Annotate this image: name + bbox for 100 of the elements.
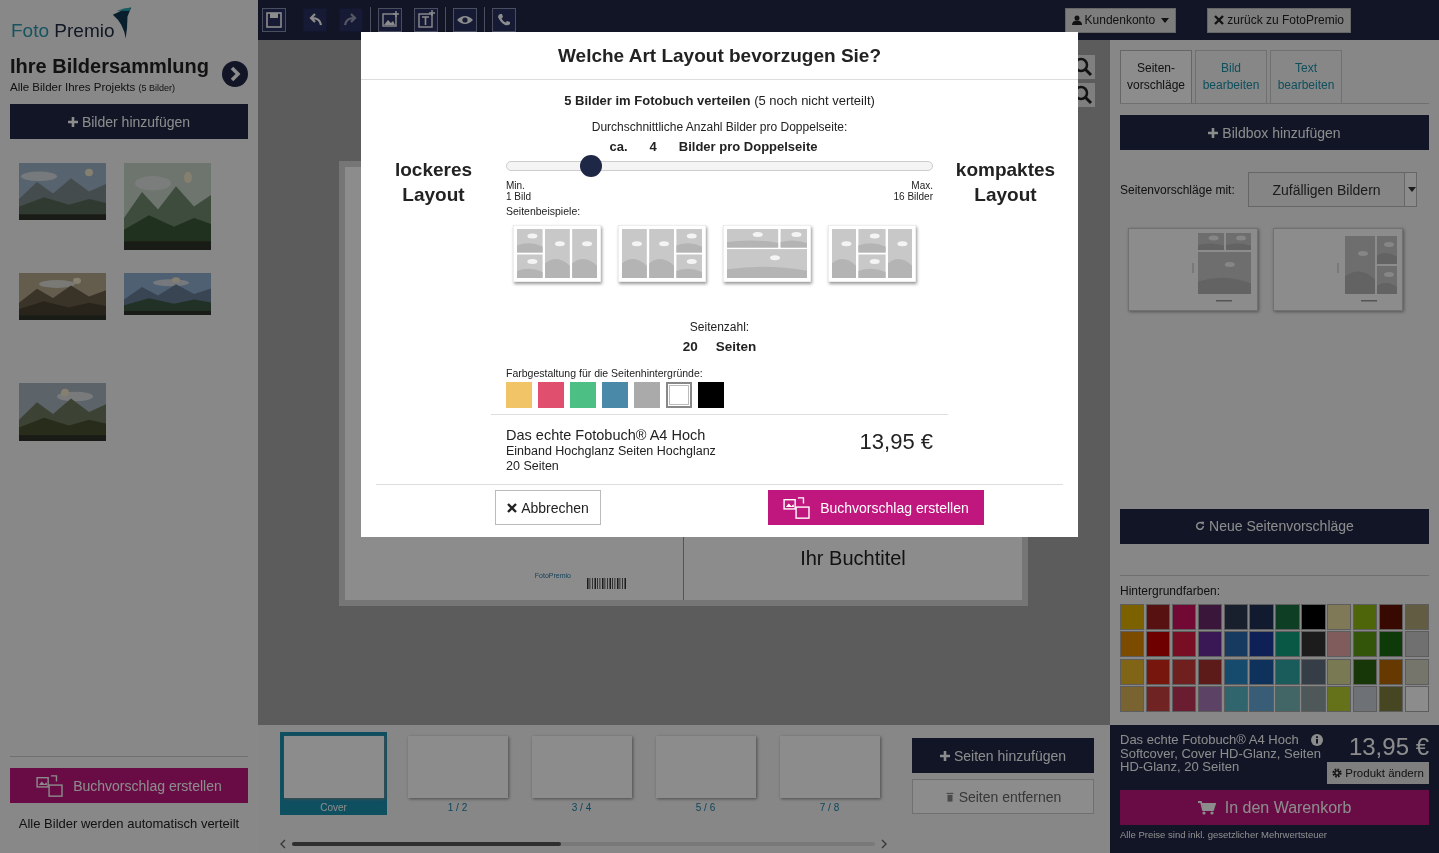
max-label: Max. xyxy=(911,180,933,191)
color-swatch[interactable] xyxy=(1404,631,1429,657)
collection-title: Ihre Bildersammlung xyxy=(10,55,209,78)
add-images-button[interactable]: Bilder hinzufügen xyxy=(10,104,248,139)
page-suggestion-drawing[interactable] xyxy=(1128,228,1258,311)
color-swatch[interactable] xyxy=(1378,686,1404,712)
color-swatch[interactable] xyxy=(1378,603,1404,630)
color-swatch[interactable] xyxy=(1120,631,1145,657)
color-swatch[interactable] xyxy=(1249,631,1274,657)
color-swatch[interactable] xyxy=(1120,658,1145,685)
page-suggestion-drawing[interactable] xyxy=(1273,228,1403,311)
caret-icon xyxy=(1161,17,1170,23)
color-swatch[interactable] xyxy=(1301,686,1326,712)
color-swatch[interactable] xyxy=(1378,631,1404,657)
color-swatch[interactable] xyxy=(602,382,628,408)
color-swatch[interactable] xyxy=(1223,686,1248,712)
approx-label: ca. xyxy=(609,139,628,154)
save-icon[interactable] xyxy=(262,8,286,32)
preview-eye-icon[interactable] xyxy=(453,8,477,32)
slider-thumb[interactable] xyxy=(580,155,603,177)
color-swatch[interactable] xyxy=(1327,658,1352,685)
color-swatch[interactable] xyxy=(1145,658,1171,685)
average-label: Durchschnittliche Anzahl Bilder pro Doppelseite: xyxy=(590,120,849,134)
color-swatch[interactable] xyxy=(1145,631,1171,657)
color-swatch[interactable] xyxy=(538,382,564,408)
cart-icon xyxy=(1197,800,1216,815)
add-text-icon[interactable] xyxy=(414,8,438,32)
color-swatch[interactable] xyxy=(1249,603,1274,630)
add-image-box-button[interactable]: Bildbox hinzufügen xyxy=(1120,115,1429,150)
remove-pages-button[interactable]: Seiten entfernen xyxy=(912,779,1094,814)
color-swatch[interactable] xyxy=(1171,686,1197,712)
compact-layout-label: kompaktes Layout xyxy=(954,158,1057,207)
color-swatch[interactable] xyxy=(1197,603,1222,630)
account-button[interactable]: Kundenkonto xyxy=(1064,7,1177,33)
color-swatch[interactable] xyxy=(1171,631,1197,657)
page-thumbnail[interactable]: Cover xyxy=(280,732,387,815)
color-swatch[interactable] xyxy=(1275,686,1300,712)
color-swatch[interactable] xyxy=(1275,658,1300,685)
slider-track[interactable] xyxy=(506,155,933,177)
color-swatch[interactable] xyxy=(1404,603,1429,630)
color-swatch[interactable] xyxy=(1197,658,1222,685)
color-swatch[interactable] xyxy=(1171,603,1197,630)
color-swatch[interactable] xyxy=(1404,658,1429,685)
suggestions-select[interactable]: Zufälligen Bildern xyxy=(1248,172,1417,207)
color-swatch[interactable] xyxy=(1223,603,1248,630)
create-book-button[interactable]: Buchvorschlag erstellen xyxy=(768,490,984,526)
info-icon[interactable] xyxy=(1310,733,1323,746)
color-swatch[interactable] xyxy=(1120,686,1145,712)
scrollbar[interactable] xyxy=(292,842,875,846)
distribution-summary: 5 Bilder im Fotobuch verteilen (5 noch nicht verteilt) xyxy=(563,93,876,108)
add-pages-button[interactable]: Seiten hinzufügen xyxy=(912,738,1094,773)
color-swatch[interactable] xyxy=(1404,686,1429,712)
color-swatch[interactable] xyxy=(1171,658,1197,685)
color-swatch[interactable] xyxy=(1223,631,1248,657)
color-swatch[interactable] xyxy=(1352,658,1378,685)
add-to-cart-button[interactable]: In den Warenkorb xyxy=(1120,790,1429,825)
color-swatch[interactable] xyxy=(1352,631,1378,657)
scroll-right-icon[interactable] xyxy=(881,839,887,849)
color-swatch[interactable] xyxy=(1120,603,1145,630)
color-swatch[interactable] xyxy=(1352,686,1378,712)
cancel-button[interactable]: Abbrechen xyxy=(495,490,601,526)
page-count-value: 20 xyxy=(682,339,698,354)
color-swatch[interactable] xyxy=(1327,603,1352,630)
color-swatch[interactable] xyxy=(1301,631,1326,657)
color-swatch[interactable] xyxy=(1223,658,1248,685)
color-swatch[interactable] xyxy=(1275,603,1300,630)
change-product-button[interactable]: Produkt ändern xyxy=(1327,762,1429,784)
book-title[interactable]: Ihr Buchtitel xyxy=(800,547,906,570)
panel-tab[interactable]: Text bearbeiten xyxy=(1270,50,1342,103)
color-swatch[interactable] xyxy=(1197,686,1222,712)
undo-icon[interactable] xyxy=(303,8,327,32)
color-swatch[interactable] xyxy=(1327,631,1352,657)
page-count-unit: Seiten xyxy=(715,339,757,354)
panel-tab[interactable]: Bild bearbeiten xyxy=(1195,50,1267,103)
color-swatch[interactable] xyxy=(666,382,692,408)
product-name: Das echte Fotobuch® A4 Hoch xyxy=(1120,733,1299,747)
color-swatch[interactable] xyxy=(1301,603,1326,630)
redo-icon[interactable] xyxy=(339,8,363,32)
color-swatch[interactable] xyxy=(1275,631,1300,657)
color-swatch[interactable] xyxy=(1327,686,1352,712)
new-suggestions-button[interactable]: Neue Seitenvorschläge xyxy=(1120,508,1429,544)
color-swatch[interactable] xyxy=(1378,658,1404,685)
color-swatch[interactable] xyxy=(634,382,660,408)
color-swatch[interactable] xyxy=(506,382,532,408)
add-image-icon[interactable] xyxy=(378,8,402,32)
phone-icon[interactable] xyxy=(492,8,516,32)
user-icon xyxy=(1071,15,1082,25)
panel-tab[interactable]: Seiten-vorschläge xyxy=(1120,50,1192,103)
back-to-shop-button[interactable]: zurück zu FotoPremio xyxy=(1207,7,1351,33)
color-swatch[interactable] xyxy=(1197,631,1222,657)
color-swatch[interactable] xyxy=(698,382,724,408)
color-swatch[interactable] xyxy=(1249,686,1274,712)
scroll-left-icon[interactable] xyxy=(280,839,286,849)
color-swatch[interactable] xyxy=(1352,603,1378,630)
color-swatch[interactable] xyxy=(1145,603,1171,630)
create-book-button[interactable]: Buchvorschlag erstellen xyxy=(10,768,248,803)
color-swatch[interactable] xyxy=(1145,686,1171,712)
color-swatch[interactable] xyxy=(1249,658,1274,685)
color-swatch[interactable] xyxy=(1301,658,1326,685)
color-swatch[interactable] xyxy=(570,382,596,408)
